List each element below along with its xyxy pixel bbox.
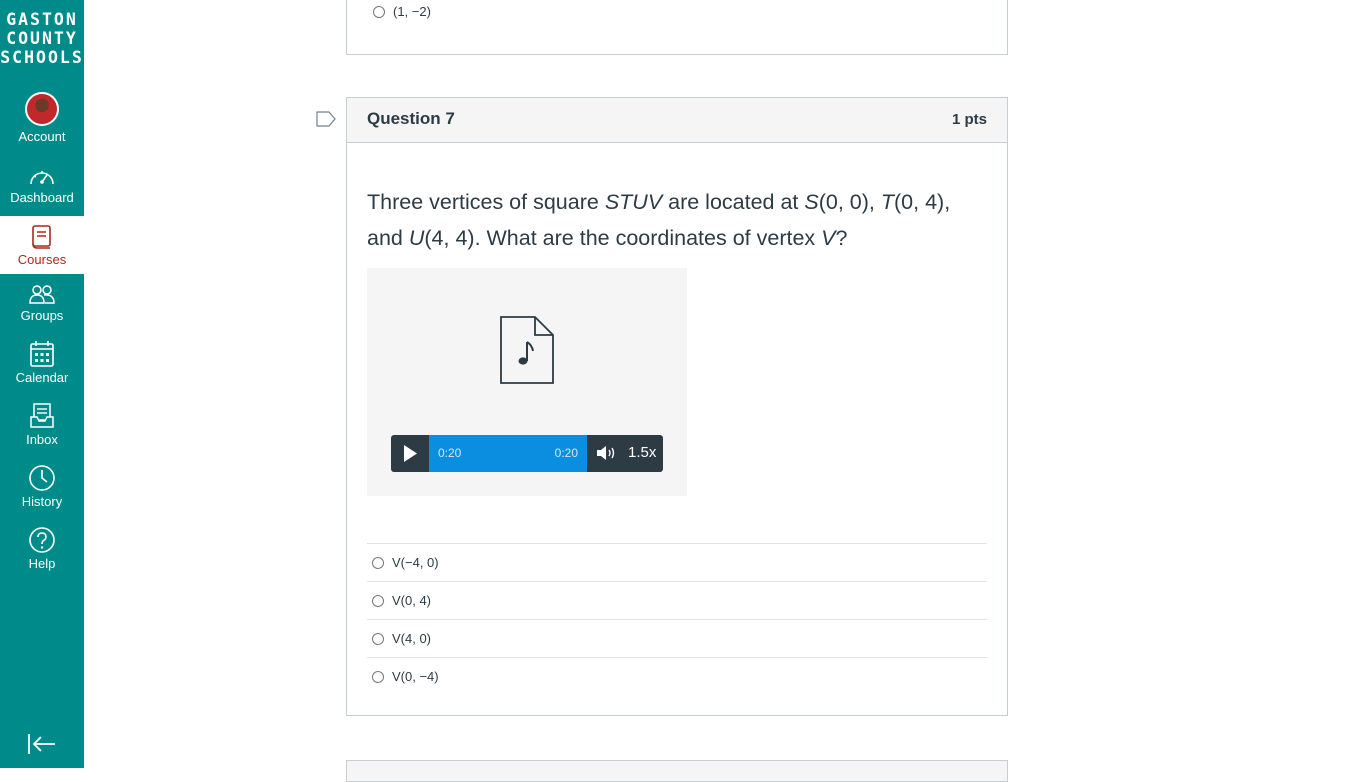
answer-label: V(−4, 0)	[392, 555, 439, 570]
flag-question-icon[interactable]	[316, 111, 336, 127]
nav-item-label: Dashboard	[10, 190, 74, 205]
nav-item-label: History	[21, 494, 63, 509]
question-text-part: are located at	[662, 190, 805, 214]
answer-radio[interactable]	[372, 670, 384, 683]
question-text-part: Three vertices of square	[367, 190, 605, 214]
question-text-part: (4, 4). What are the coordinates of vert…	[424, 226, 822, 250]
question-text-part: V	[821, 226, 836, 250]
question-text-part: (0, 0),	[818, 190, 881, 214]
answer-label: (1, −2)	[393, 4, 431, 19]
volume-icon[interactable]	[595, 443, 617, 463]
nav-item-dashboard[interactable]: Dashboard	[0, 166, 84, 205]
logo-line: GASTON	[6, 10, 78, 29]
calendar-icon	[30, 341, 54, 367]
answer-radio[interactable]	[373, 5, 385, 18]
school-logo[interactable]: GASTON COUNTY SCHOOLS	[0, 0, 84, 76]
history-icon	[29, 465, 55, 491]
nav-item-help[interactable]: Help	[0, 526, 84, 571]
answer-label: V(0, 4)	[392, 593, 432, 608]
courses-icon	[32, 225, 51, 249]
logo-line: COUNTY	[6, 29, 78, 48]
answer-radio[interactable]	[372, 632, 384, 645]
dashboard-icon	[30, 171, 54, 185]
question-title: Question 7	[367, 109, 455, 128]
nav-item-label: Groups	[20, 308, 64, 323]
avatar	[25, 92, 59, 126]
question-points: 1 pts	[951, 111, 987, 128]
nav-item-label: Account	[18, 129, 66, 144]
question-card: Question 7 1 pts Three vertices of squar…	[346, 97, 1008, 716]
nav-item-calendar[interactable]: Calendar	[0, 340, 84, 385]
nav-item-history[interactable]: History	[0, 464, 84, 509]
answer-list: V(−4, 0) V(0, 4) V(4, 0) V(0, −4)	[367, 543, 987, 695]
answer-option[interactable]: (1, −2)	[373, 4, 431, 19]
previous-question-card: (1, −2)	[346, 0, 1008, 55]
nav-item-account[interactable]: Account	[0, 92, 84, 144]
audio-media-container: 0:20 0:20 1.5x	[367, 268, 687, 496]
question-header: Question 7 1 pts	[347, 98, 1007, 143]
question-text-part: S	[804, 190, 819, 214]
answer-option[interactable]: V(−4, 0)	[367, 543, 987, 581]
answer-label: V(4, 0)	[392, 631, 432, 646]
answer-option[interactable]: V(0, 4)	[367, 581, 987, 619]
answer-radio[interactable]	[372, 594, 384, 607]
nav-item-label: Courses	[17, 252, 67, 267]
play-button[interactable]	[391, 435, 429, 472]
help-icon	[29, 527, 55, 553]
answer-radio[interactable]	[372, 556, 384, 569]
question-text-part: U	[408, 226, 425, 250]
question-text-part: T	[880, 190, 895, 214]
nav-item-courses[interactable]: Courses	[0, 216, 84, 274]
current-time: 0:20	[438, 446, 462, 460]
answer-label: V(0, −4)	[392, 669, 439, 684]
audio-player: 0:20 0:20 1.5x	[391, 435, 663, 472]
audio-progress-bar[interactable]: 0:20 0:20	[429, 435, 587, 472]
audio-file-icon	[500, 316, 554, 384]
logo-line: SCHOOLS	[0, 48, 84, 67]
collapse-nav-icon[interactable]	[26, 730, 58, 758]
question-text-part: STUV	[604, 190, 663, 214]
inbox-icon	[30, 403, 54, 428]
playback-speed-button[interactable]: 1.5x	[628, 444, 656, 461]
nav-item-label: Calendar	[15, 370, 69, 385]
question-text-part: ?	[835, 226, 848, 250]
duration: 0:20	[554, 446, 578, 460]
answer-option[interactable]: V(4, 0)	[367, 619, 987, 657]
next-question-card	[346, 760, 1008, 782]
answer-option[interactable]: V(0, −4)	[367, 657, 987, 695]
question-text: Three vertices of square STUV are locate…	[367, 184, 967, 256]
groups-icon	[29, 285, 55, 304]
global-nav: GASTON COUNTY SCHOOLS Account Dashboard …	[0, 0, 84, 768]
nav-item-groups[interactable]: Groups	[0, 284, 84, 323]
nav-item-label: Help	[28, 556, 56, 571]
nav-item-inbox[interactable]: Inbox	[0, 402, 84, 447]
nav-item-label: Inbox	[26, 432, 58, 447]
